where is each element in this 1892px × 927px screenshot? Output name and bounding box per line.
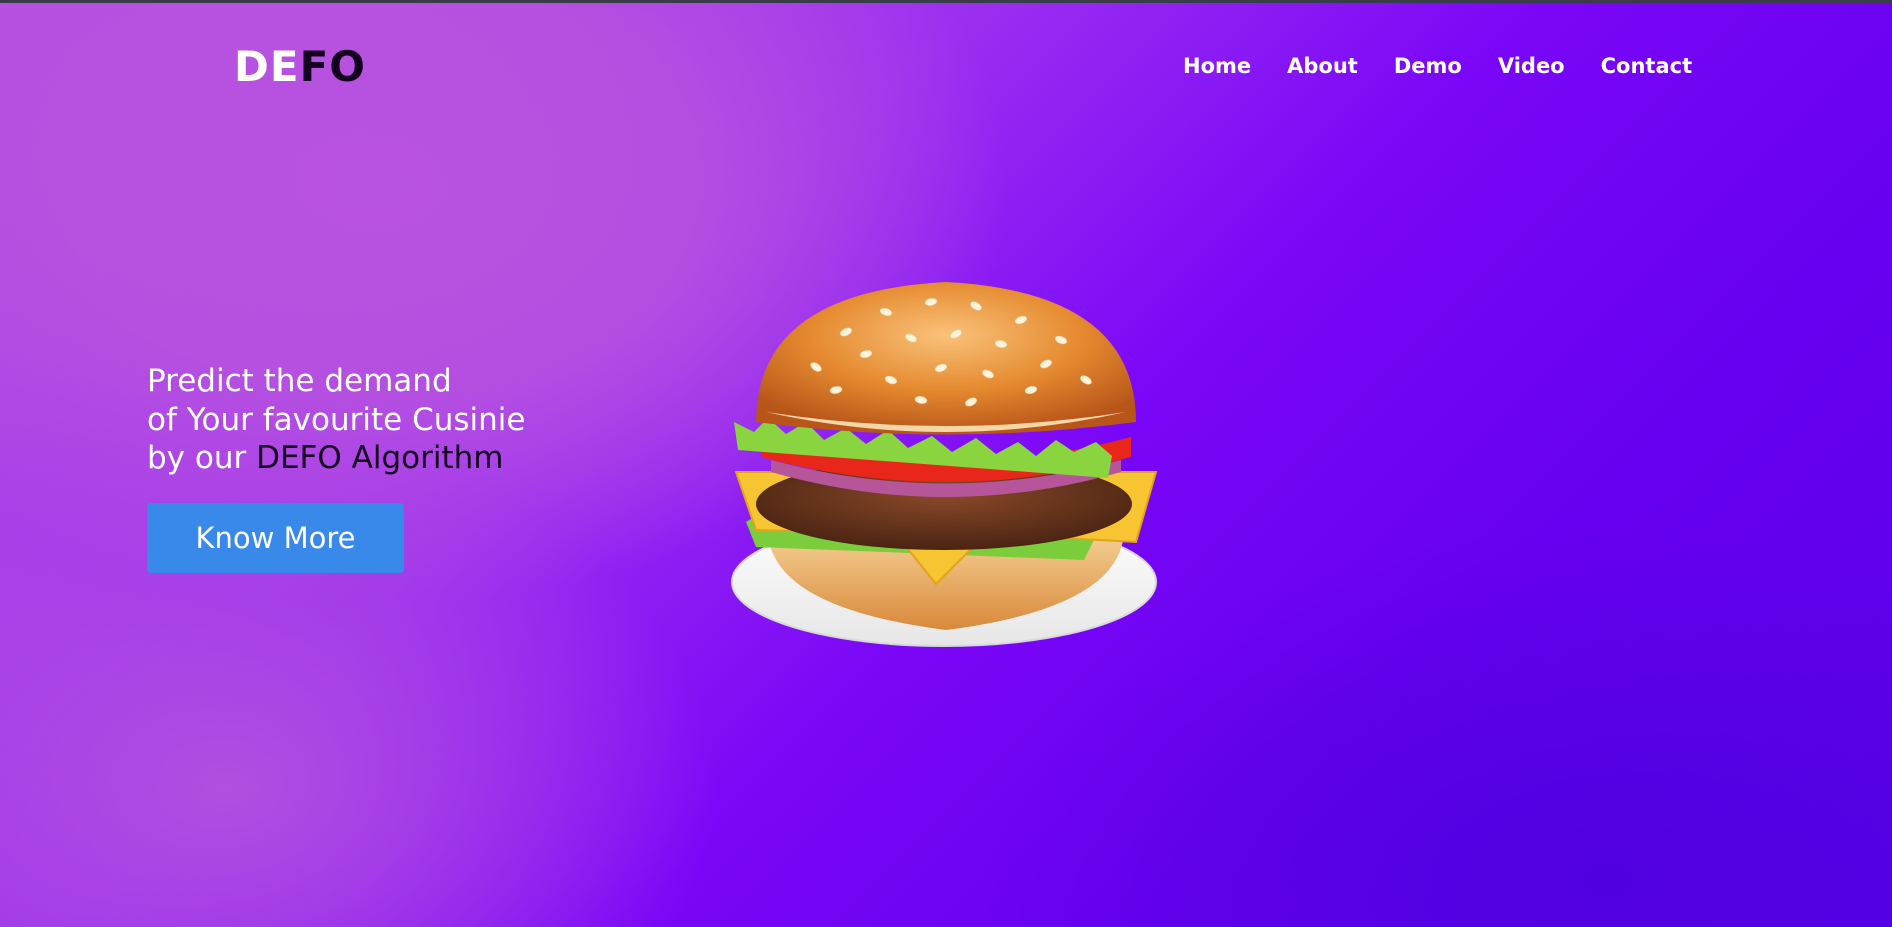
hero-line-1: Predict the demand — [147, 363, 452, 399]
nav-video[interactable]: Video — [1498, 52, 1565, 80]
brand-logo-part2: FO — [299, 42, 366, 91]
nav-contact[interactable]: Contact — [1601, 52, 1693, 80]
hero-line-3-prefix: by our — [147, 440, 257, 476]
hero-heading: Predict the demand of Your favourite Cus… — [147, 362, 525, 478]
brand-logo-part1: DE — [234, 42, 300, 91]
brand-logo[interactable]: DEFO — [234, 42, 366, 92]
know-more-button[interactable]: Know More — [147, 503, 404, 573]
main-nav: Home About Demo Video Contact — [1183, 52, 1728, 80]
hero-line-3: by our DEFO Algorithm — [147, 439, 525, 478]
top-border — [0, 0, 1892, 3]
nav-about[interactable]: About — [1287, 52, 1358, 80]
nav-demo[interactable]: Demo — [1394, 52, 1462, 80]
hero-highlight: DEFO Algorithm — [256, 440, 504, 476]
nav-home[interactable]: Home — [1183, 52, 1251, 80]
burger-illustration — [731, 282, 1158, 647]
hero-line-2: of Your favourite Cusinie — [147, 401, 526, 438]
